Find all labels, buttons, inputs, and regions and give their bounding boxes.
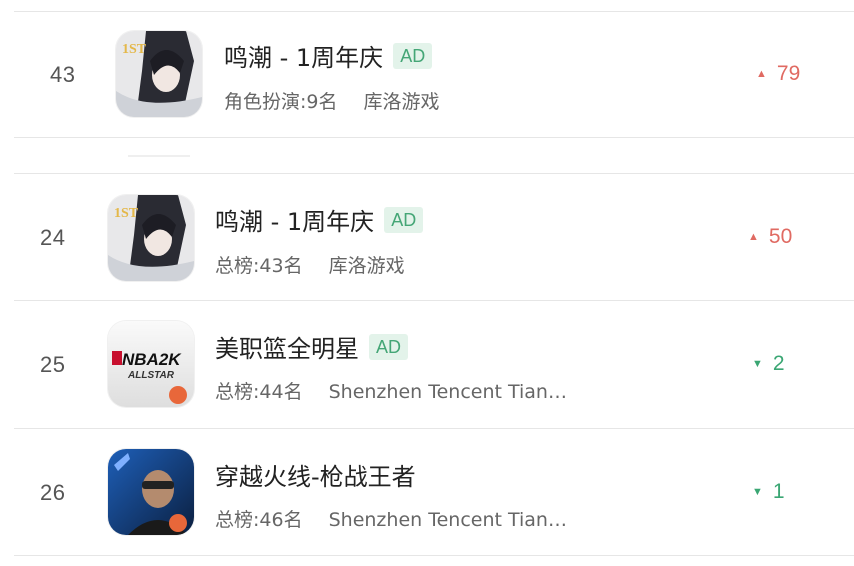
app-meta: 角色扮演:9名 库洛游戏 bbox=[224, 87, 440, 114]
rank-number: 43 bbox=[50, 62, 76, 87]
divider bbox=[14, 137, 854, 138]
developer-name: 库洛游戏 bbox=[363, 91, 440, 113]
app-list-item[interactable]: 25 NBA2K ALLSTAR 美职篮全明星 AD 总榜:44名 Shenzhe… bbox=[0, 301, 854, 428]
app-list-item[interactable]: 24 1ST 鸣潮 - 1周年庆 AD 总榜:43名 库洛游戏 ▲ 50 bbox=[0, 174, 854, 300]
developer-name: Shenzhen Tencent Tian… bbox=[328, 509, 567, 531]
rank-change: ▼ 2 bbox=[752, 352, 785, 376]
app-name: 鸣潮 - 1周年庆 bbox=[224, 44, 384, 72]
divider-stub bbox=[128, 155, 190, 157]
rank-change: ▲ 50 bbox=[748, 225, 792, 249]
app-list-item[interactable]: 26 穿越火线-枪战王者 总榜:46名 Shenzhen Tencent Tian… bbox=[0, 429, 854, 555]
developer-name: 库洛游戏 bbox=[328, 255, 405, 277]
app-meta: 总榜:46名 Shenzhen Tencent Tian… bbox=[215, 505, 567, 532]
app-meta: 总榜:44名 Shenzhen Tencent Tian… bbox=[215, 377, 567, 404]
rank-number: 26 bbox=[40, 480, 66, 505]
ad-badge: AD bbox=[393, 42, 433, 69]
rank-change-value: 2 bbox=[772, 352, 785, 375]
icon-badge-text: 1ST bbox=[122, 42, 147, 57]
rank-change-value: 1 bbox=[772, 480, 785, 503]
ad-badge: AD bbox=[369, 333, 409, 360]
category-rank: 总榜:43名 bbox=[215, 255, 303, 277]
trend-down-icon: ▼ bbox=[752, 486, 763, 498]
icon-badge-text: 1ST bbox=[114, 206, 139, 221]
category-rank: 总榜:46名 bbox=[215, 509, 303, 531]
trend-up-icon: ▲ bbox=[756, 68, 767, 80]
trend-up-icon: ▲ bbox=[748, 231, 759, 243]
app-name: 鸣潮 - 1周年庆 bbox=[215, 208, 375, 236]
category-rank: 总榜:44名 bbox=[215, 381, 303, 403]
app-title[interactable]: 美职篮全明星 AD bbox=[215, 329, 409, 364]
icon-allstar-text: ALLSTAR bbox=[127, 370, 175, 381]
wuthering-waves-app-icon[interactable]: 1ST bbox=[116, 31, 202, 117]
wuthering-waves-app-icon[interactable]: 1ST bbox=[108, 195, 194, 281]
app-title[interactable]: 鸣潮 - 1周年庆 AD bbox=[224, 38, 433, 73]
rank-change-value: 79 bbox=[776, 62, 801, 85]
app-meta: 总榜:43名 库洛游戏 bbox=[215, 251, 405, 278]
nba2k-allstar-app-icon[interactable]: NBA2K ALLSTAR bbox=[108, 321, 194, 407]
icon-nba-text: NBA2K bbox=[122, 350, 182, 369]
trend-down-icon: ▼ bbox=[752, 358, 763, 370]
app-title[interactable]: 鸣潮 - 1周年庆 AD bbox=[215, 202, 424, 237]
rank-number: 25 bbox=[40, 352, 66, 377]
app-name: 穿越火线-枪战王者 bbox=[215, 463, 416, 491]
app-list-item[interactable]: 43 1ST 鸣潮 - 1周年庆 AD 角色扮演:9名 库洛游戏 ▲ 79 bbox=[0, 12, 854, 137]
rank-change: ▼ 1 bbox=[752, 480, 785, 504]
rank-change: ▲ 79 bbox=[756, 62, 800, 86]
developer-name: Shenzhen Tencent Tian… bbox=[328, 381, 567, 403]
crossfire-app-icon[interactable] bbox=[108, 449, 194, 535]
category-rank: 角色扮演:9名 bbox=[224, 91, 338, 113]
divider bbox=[14, 555, 854, 556]
rank-number: 24 bbox=[40, 225, 66, 250]
ad-badge: AD bbox=[384, 206, 424, 233]
app-name: 美职篮全明星 bbox=[215, 335, 359, 363]
app-title[interactable]: 穿越火线-枪战王者 bbox=[215, 457, 416, 492]
rank-change-value: 50 bbox=[768, 225, 793, 248]
